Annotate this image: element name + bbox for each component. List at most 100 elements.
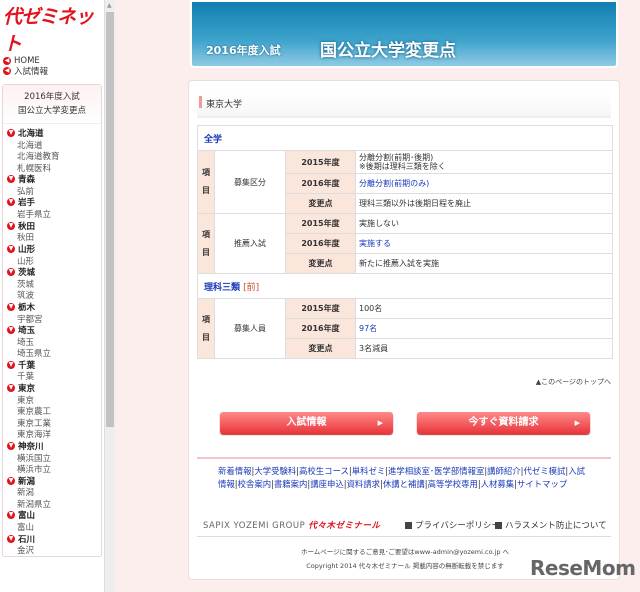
value-2015-text: 分離分割(前期･後期) — [359, 153, 434, 162]
prefecture-header[interactable]: ▼ 東京 — [3, 382, 101, 394]
university-link[interactable]: 東京海洋 — [3, 428, 101, 440]
prefecture-header[interactable]: ▼ 青森 — [3, 173, 101, 185]
value-2015: 実施しない — [355, 213, 613, 234]
prefecture-name: 埼玉 — [18, 325, 36, 336]
item-label-text: 項目 — [202, 168, 210, 195]
university-link[interactable]: 秋田 — [3, 231, 101, 243]
prefecture-header[interactable]: ▼ 山形 — [3, 243, 101, 255]
section-row: 全学 — [197, 125, 613, 151]
prefecture-header[interactable]: ▼ 北海道 — [3, 127, 101, 139]
group-name: SAPIX YOZEMI GROUP — [203, 521, 306, 531]
university-link[interactable]: 札幌医科 — [3, 162, 101, 174]
footer-link[interactable]: 高等学校専用 — [428, 479, 478, 489]
footer-link[interactable]: 代ゼミ模試 — [524, 466, 566, 476]
footer-link[interactable]: 校舎案内 — [238, 479, 272, 489]
scrollbar-thumb[interactable] — [106, 12, 114, 427]
item-label: 項目 — [197, 213, 215, 274]
university-link[interactable]: 弘前 — [3, 185, 101, 197]
prefecture-header[interactable]: ▼ 新潟 — [3, 475, 101, 487]
chevron-down-icon: ▼ — [7, 221, 15, 230]
university-link[interactable]: 筑波 — [3, 289, 101, 301]
section-title: 全学 — [197, 125, 613, 151]
prefecture-name: 北海道 — [18, 128, 44, 139]
university-link[interactable]: 北海道 — [3, 139, 101, 151]
university-link[interactable]: 山形 — [3, 255, 101, 267]
item-name: 募集人員 — [214, 298, 286, 359]
prefecture-header[interactable]: ▼ 秋田 — [3, 220, 101, 232]
nav-title: 2016年度入試 国公立大学変更点 — [3, 85, 101, 124]
university-link[interactable]: 横浜市立 — [3, 463, 101, 475]
chevron-down-icon: ▼ — [7, 383, 15, 392]
footer-link[interactable]: 単科ゼミ — [352, 466, 386, 476]
year-label: 2016年度 — [285, 233, 356, 254]
request-button[interactable]: 今すぐ資料請求 ▶ — [417, 412, 590, 434]
prefecture-name: 新潟 — [18, 476, 36, 487]
nyushi-button[interactable]: 入試情報 ▶ — [220, 412, 393, 434]
university-link[interactable]: 埼玉 — [3, 336, 101, 348]
university-link[interactable]: 宇都宮 — [3, 313, 101, 325]
university-link[interactable]: 富山 — [3, 521, 101, 533]
footer-link[interactable]: 講座申込 — [310, 479, 344, 489]
site-logo[interactable]: 代ゼミネット — [0, 0, 104, 56]
section-name: 全学 — [204, 134, 223, 145]
page-top-link[interactable]: ▲このページのトップへ — [536, 377, 611, 387]
prefecture-header[interactable]: ▼ 栃木 — [3, 301, 101, 313]
year-label: 2016年度 — [285, 318, 356, 339]
prefecture-header[interactable]: ▼ 茨城 — [3, 266, 101, 278]
prefecture-header[interactable]: ▼ 富山 — [3, 510, 101, 522]
footer-link[interactable]: 講師紹介 — [487, 466, 521, 476]
footer-link[interactable]: 休講と補講 — [383, 479, 425, 489]
university-link[interactable]: 東京農工 — [3, 405, 101, 417]
prefecture-header[interactable]: ▼ 石川 — [3, 533, 101, 545]
scroll-up-icon[interactable]: ▲ — [107, 2, 112, 9]
divider — [197, 536, 611, 537]
university-link[interactable]: 埼玉県立 — [3, 347, 101, 359]
chevron-down-icon: ▼ — [7, 302, 15, 311]
prefecture-name: 富山 — [18, 511, 36, 522]
university-link[interactable]: 新潟 — [3, 486, 101, 498]
footer-link[interactable]: 高校生コース — [299, 466, 349, 476]
nyushi-link[interactable]: ◀ 入試情報 — [0, 66, 104, 77]
banner-title: 国公立大学変更点 — [320, 41, 456, 61]
university-link[interactable]: 金沢 — [3, 544, 101, 556]
value-2016: 実施する — [355, 233, 613, 254]
table-row: 項目 推薦入試 2015年度 実施しない — [197, 213, 613, 274]
harassment-link[interactable]: ハラスメント防止について — [495, 519, 607, 531]
prefecture-header[interactable]: ▼ 埼玉 — [3, 324, 101, 336]
university-link[interactable]: 北海道教育 — [3, 150, 101, 162]
university-link[interactable]: 横浜国立 — [3, 452, 101, 464]
footer-link[interactable]: 書籍案内 — [274, 479, 308, 489]
prefecture-header[interactable]: ▼ 神奈川 — [3, 440, 101, 452]
prefecture-header[interactable]: ▼ 千葉 — [3, 359, 101, 371]
nyushi-button-label: 入試情報 — [286, 417, 327, 428]
section-title: 理科三類 [前] — [197, 273, 613, 299]
prefecture-name: 青森 — [18, 175, 36, 186]
footer-link[interactable]: 人材募集 — [481, 479, 515, 489]
group-logo: SAPIX YOZEMI GROUP 代々木ゼミナール — [203, 519, 380, 531]
university-link[interactable]: 茨城 — [3, 278, 101, 290]
university-link[interactable]: 千葉 — [3, 370, 101, 382]
footer-link[interactable]: 進学相談室･医学部情報室 — [388, 466, 484, 476]
university-link[interactable]: 岩手県立 — [3, 208, 101, 220]
chevron-down-icon: ▼ — [7, 267, 15, 276]
chevron-down-icon: ▼ — [7, 244, 15, 253]
university-link[interactable]: 東京工業 — [3, 417, 101, 429]
item-name: 募集区分 — [214, 150, 286, 214]
nav-title-2: 国公立大学変更点 — [17, 106, 86, 116]
prefecture-header[interactable]: ▼ 岩手 — [3, 197, 101, 208]
footer-link[interactable]: 資料請求 — [347, 479, 381, 489]
changes-table: 全学 項目 募集区分 2015年度 分離分割(前期･後期) ※後期は理科三類を除く 20… — [197, 125, 613, 359]
scrollbar[interactable]: ▲ — [104, 0, 115, 592]
year-label: 2015年度 — [285, 213, 356, 234]
university-link[interactable]: 新潟県立 — [3, 498, 101, 510]
contact-text: ホームページに関するご意見･ご要望はwww-admin@yozemi.co.jp… — [300, 548, 510, 556]
footer-link[interactable]: サイトマップ — [517, 479, 567, 489]
university-link[interactable]: 東京 — [3, 394, 101, 406]
footer-link[interactable]: 新着情報 — [218, 466, 252, 476]
footer-link[interactable]: 大学受験科 — [254, 466, 296, 476]
privacy-link[interactable]: プライバシーポリシー — [405, 519, 500, 531]
year-label: 2015年度 — [285, 298, 356, 319]
section-bracket: [前] — [243, 282, 260, 293]
brand-logo: 代々木ゼミナール — [308, 521, 381, 531]
arrow-icon: ◀ — [3, 67, 11, 75]
